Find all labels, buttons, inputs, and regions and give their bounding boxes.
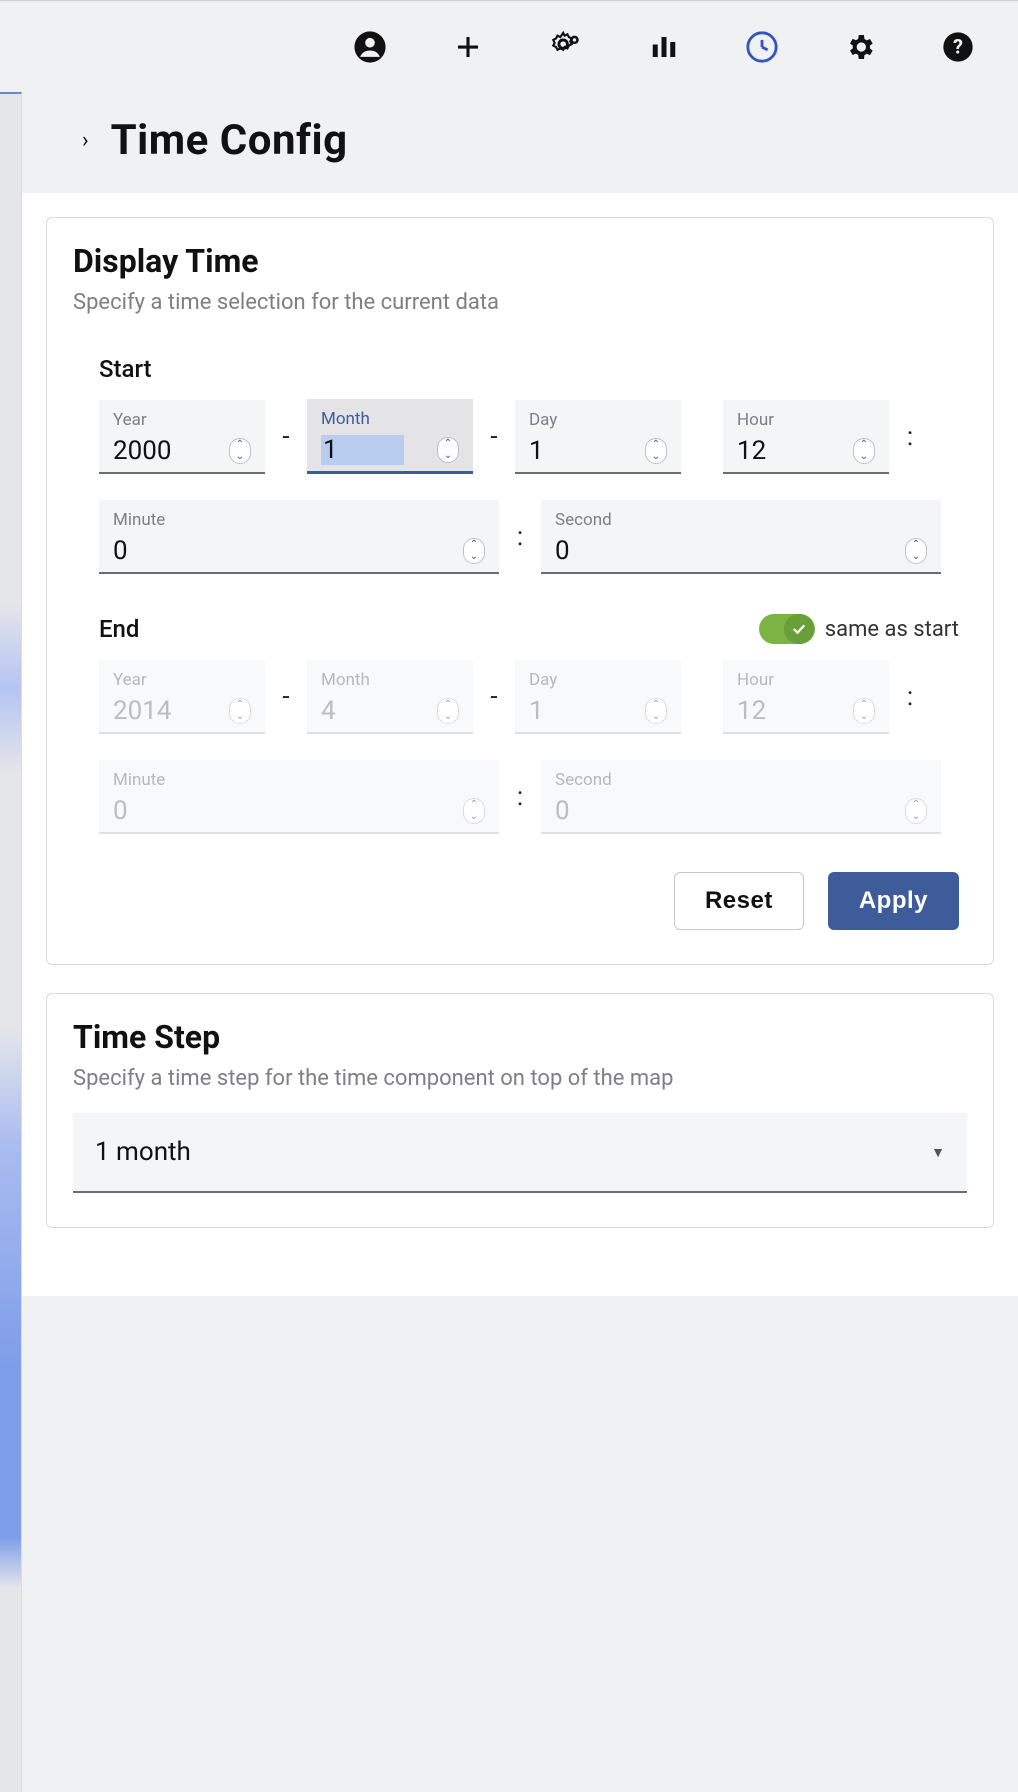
end-month-value: 4 bbox=[321, 696, 404, 726]
check-icon bbox=[784, 614, 814, 644]
same-as-start-wrap: same as start bbox=[759, 614, 959, 644]
gear-icon[interactable] bbox=[840, 27, 880, 67]
end-header-row: End same as start bbox=[73, 614, 967, 644]
end-month-field: Month 4 ⌃⌄ bbox=[307, 660, 473, 734]
label-day: Day bbox=[529, 670, 667, 690]
svg-text:?: ? bbox=[953, 34, 963, 58]
start-second-field[interactable]: Second 0 ⌃⌄ bbox=[541, 500, 941, 574]
same-as-start-label: same as start bbox=[825, 617, 959, 642]
dash-sep: - bbox=[487, 422, 501, 452]
start-time-row: Minute 0 ⌃⌄ : Second 0 ⌃⌄ bbox=[73, 500, 967, 574]
display-time-subtitle: Specify a time selection for the current… bbox=[73, 290, 967, 315]
colon-sep: : bbox=[903, 682, 917, 712]
account-icon[interactable] bbox=[350, 27, 390, 67]
end-date-row: Year 2014 ⌃⌄ - Month 4 ⌃⌄ - Day bbox=[73, 660, 967, 734]
map-sliver bbox=[0, 92, 22, 1792]
end-time-row: Minute 0 ⌃⌄ : Second 0 ⌃⌄ bbox=[73, 760, 967, 834]
label-day: Day bbox=[529, 410, 667, 430]
label-hour: Hour bbox=[737, 410, 875, 430]
label-year: Year bbox=[113, 410, 251, 430]
blank-sep bbox=[695, 682, 709, 712]
actions-row: Reset Apply bbox=[73, 872, 959, 930]
label-hour: Hour bbox=[737, 670, 875, 690]
end-second-field: Second 0 ⌃⌄ bbox=[541, 760, 941, 834]
end-label: End bbox=[99, 615, 139, 643]
bar-chart-icon[interactable] bbox=[644, 27, 684, 67]
blank-sep bbox=[695, 422, 709, 452]
time-step-card: Time Step Specify a time step for the ti… bbox=[46, 993, 994, 1228]
start-month-field[interactable]: Month 1 ⌃⌄ bbox=[307, 399, 473, 474]
start-year-stepper[interactable]: ⌃⌄ bbox=[229, 438, 251, 464]
cogs-icon[interactable] bbox=[546, 27, 586, 67]
end-day-stepper: ⌃⌄ bbox=[645, 698, 667, 724]
time-step-subtitle: Specify a time step for the time compone… bbox=[73, 1066, 967, 1091]
label-second: Second bbox=[555, 510, 927, 530]
start-month-value[interactable]: 1 bbox=[321, 435, 404, 465]
start-day-field[interactable]: Day 1 ⌃⌄ bbox=[515, 400, 681, 474]
end-hour-stepper: ⌃⌄ bbox=[853, 698, 875, 724]
content-area: Display Time Specify a time selection fo… bbox=[22, 193, 1018, 1296]
start-day-value[interactable]: 1 bbox=[529, 436, 612, 466]
chevron-right-icon[interactable]: › bbox=[82, 128, 89, 153]
label-month: Month bbox=[321, 670, 459, 690]
start-day-stepper[interactable]: ⌃⌄ bbox=[645, 438, 667, 464]
end-second-stepper: ⌃⌄ bbox=[905, 798, 927, 824]
colon-sep: : bbox=[513, 522, 527, 552]
display-time-card: Display Time Specify a time selection fo… bbox=[46, 217, 994, 965]
time-step-value: 1 month bbox=[95, 1137, 191, 1167]
end-hour-value: 12 bbox=[737, 696, 820, 726]
start-hour-value[interactable]: 12 bbox=[737, 436, 820, 466]
top-toolbar: ? bbox=[0, 0, 1018, 92]
display-time-title: Display Time bbox=[73, 242, 967, 280]
label-second: Second bbox=[555, 770, 927, 790]
end-minute-field: Minute 0 ⌃⌄ bbox=[99, 760, 499, 834]
colon-sep: : bbox=[903, 422, 917, 452]
apply-button[interactable]: Apply bbox=[828, 872, 959, 930]
label-month: Month bbox=[321, 409, 459, 429]
label-year: Year bbox=[113, 670, 251, 690]
page-title: Time Config bbox=[111, 116, 348, 165]
end-day-value: 1 bbox=[529, 696, 612, 726]
time-step-select[interactable]: 1 month ▼ bbox=[73, 1113, 967, 1193]
end-day-field: Day 1 ⌃⌄ bbox=[515, 660, 681, 734]
reset-button[interactable]: Reset bbox=[674, 872, 804, 930]
start-minute-field[interactable]: Minute 0 ⌃⌄ bbox=[99, 500, 499, 574]
plus-icon[interactable] bbox=[448, 27, 488, 67]
start-second-stepper[interactable]: ⌃⌄ bbox=[905, 538, 927, 564]
dash-sep: - bbox=[487, 682, 501, 712]
start-date-row: Year 2000 ⌃⌄ - Month 1 ⌃⌄ - Day bbox=[73, 399, 967, 474]
dash-sep: - bbox=[279, 682, 293, 712]
end-year-stepper: ⌃⌄ bbox=[229, 698, 251, 724]
start-second-value[interactable]: 0 bbox=[555, 536, 778, 566]
time-config-panel: › Time Config Display Time Specify a tim… bbox=[22, 92, 1018, 1296]
start-year-field[interactable]: Year 2000 ⌃⌄ bbox=[99, 400, 265, 474]
start-hour-field[interactable]: Hour 12 ⌃⌄ bbox=[723, 400, 889, 474]
label-minute: Minute bbox=[113, 770, 485, 790]
start-minute-stepper[interactable]: ⌃⌄ bbox=[463, 538, 485, 564]
start-year-value[interactable]: 2000 bbox=[113, 436, 196, 466]
panel-header: › Time Config bbox=[22, 92, 1018, 193]
start-label: Start bbox=[99, 355, 967, 383]
end-second-value: 0 bbox=[555, 796, 778, 826]
help-icon[interactable]: ? bbox=[938, 27, 978, 67]
end-minute-stepper: ⌃⌄ bbox=[463, 798, 485, 824]
end-year-field: Year 2014 ⌃⌄ bbox=[99, 660, 265, 734]
end-year-value: 2014 bbox=[113, 696, 196, 726]
start-hour-stepper[interactable]: ⌃⌄ bbox=[853, 438, 875, 464]
same-as-start-toggle[interactable] bbox=[759, 614, 815, 644]
dash-sep: - bbox=[279, 422, 293, 452]
end-month-stepper: ⌃⌄ bbox=[437, 698, 459, 724]
label-minute: Minute bbox=[113, 510, 485, 530]
end-minute-value: 0 bbox=[113, 796, 336, 826]
time-step-title: Time Step bbox=[73, 1018, 967, 1056]
end-hour-field: Hour 12 ⌃⌄ bbox=[723, 660, 889, 734]
colon-sep: : bbox=[513, 782, 527, 812]
start-month-stepper[interactable]: ⌃⌄ bbox=[437, 437, 459, 463]
caret-down-icon: ▼ bbox=[931, 1144, 945, 1161]
clock-icon[interactable] bbox=[742, 27, 782, 67]
start-minute-value[interactable]: 0 bbox=[113, 536, 336, 566]
